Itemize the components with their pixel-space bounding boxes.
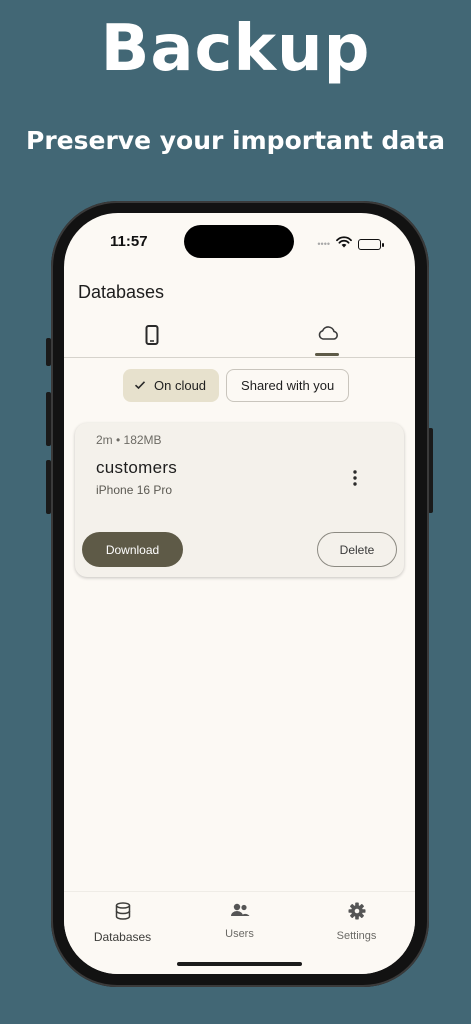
status-indicators: •••• [317, 235, 384, 253]
nav-label: Databases [93, 930, 152, 944]
users-icon [229, 902, 251, 923]
phone-screen: 11:57 •••• Databases On cloud Shared wit… [64, 213, 415, 974]
wifi-icon [336, 235, 352, 253]
database-name: customers [96, 458, 178, 477]
phone-icon [145, 325, 159, 357]
nav-item-users[interactable]: Users [181, 902, 298, 940]
tab-device[interactable] [64, 313, 239, 357]
dynamic-island [184, 225, 294, 258]
database-meta: 2m • 182MB [96, 433, 162, 447]
signal-icon: •••• [317, 239, 330, 249]
tab-indicator [315, 353, 339, 356]
filter-chips: On cloud Shared with you [123, 369, 350, 402]
database-icon [115, 902, 131, 925]
nav-item-databases[interactable]: Databases [64, 902, 181, 944]
filter-chip-label: On cloud [154, 378, 207, 393]
promo-subline: Preserve your important data [26, 126, 445, 155]
source-tabs [64, 313, 415, 358]
filter-chip-on-cloud[interactable]: On cloud [123, 369, 220, 402]
home-indicator [177, 962, 302, 966]
promo-headline: Backup [100, 12, 371, 86]
database-device: iPhone 16 Pro [96, 483, 173, 497]
nav-label: Settings [336, 930, 377, 942]
page-title: Databases [78, 282, 165, 302]
gear-icon [348, 902, 366, 925]
tab-cloud[interactable] [240, 313, 415, 357]
delete-button[interactable]: Delete [317, 532, 397, 567]
download-button[interactable]: Download [82, 532, 183, 567]
nav-item-settings[interactable]: Settings [298, 902, 415, 942]
nav-label: Users [225, 928, 254, 940]
check-icon [134, 378, 146, 393]
filter-chip-label: Shared with you [241, 378, 335, 393]
status-time: 11:57 [110, 233, 148, 250]
battery-icon [358, 238, 384, 250]
more-options-icon[interactable] [345, 470, 365, 490]
database-card[interactable]: 2m • 182MB customers iPhone 16 Pro Downl… [75, 423, 404, 577]
filter-chip-shared[interactable]: Shared with you [226, 369, 350, 402]
